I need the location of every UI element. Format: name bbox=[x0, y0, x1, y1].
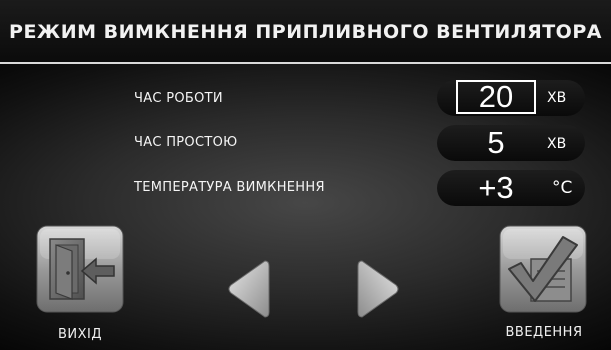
idle-time-field[interactable]: 5 ХВ bbox=[437, 125, 585, 161]
title-bar: РЕЖИМ ВИМКНЕННЯ ПРИПЛИВНОГО ВЕНТИЛЯТОРА bbox=[0, 0, 611, 64]
arrow-right-icon bbox=[357, 260, 399, 318]
idle-time-value[interactable]: 5 bbox=[456, 125, 536, 161]
previous-button[interactable] bbox=[225, 257, 271, 321]
shutdown-temperature-value[interactable]: +3 bbox=[456, 170, 536, 206]
screen: РЕЖИМ ВИМКНЕННЯ ПРИПЛИВНОГО ВЕНТИЛЯТОРА … bbox=[0, 0, 611, 350]
exit-door-icon bbox=[36, 225, 124, 313]
work-time-unit: ХВ bbox=[547, 90, 567, 106]
work-time-label: ЧАС РОБОТИ bbox=[134, 91, 223, 106]
enter-button[interactable] bbox=[499, 225, 587, 313]
page-title: РЕЖИМ ВИМКНЕННЯ ПРИПЛИВНОГО ВЕНТИЛЯТОРА bbox=[9, 21, 602, 43]
work-time-field[interactable]: 20 ХВ bbox=[437, 80, 585, 116]
exit-button-label: ВИХІД bbox=[57, 327, 103, 342]
arrow-left-icon bbox=[228, 260, 270, 318]
shutdown-temperature-unit: °C bbox=[552, 178, 573, 198]
idle-time-unit: ХВ bbox=[547, 136, 567, 152]
checkmark-icon bbox=[499, 225, 587, 313]
idle-time-label: ЧАС ПРОСТОЮ bbox=[134, 135, 238, 150]
shutdown-temperature-field[interactable]: +3 °C bbox=[437, 170, 585, 206]
work-time-value[interactable]: 20 bbox=[456, 80, 536, 114]
enter-button-label: ВВЕДЕННЯ bbox=[505, 325, 583, 340]
shutdown-temperature-label: ТЕМПЕРАТУРА ВИМКНЕННЯ bbox=[134, 180, 325, 195]
exit-button[interactable] bbox=[36, 225, 124, 313]
next-button[interactable] bbox=[356, 257, 402, 321]
